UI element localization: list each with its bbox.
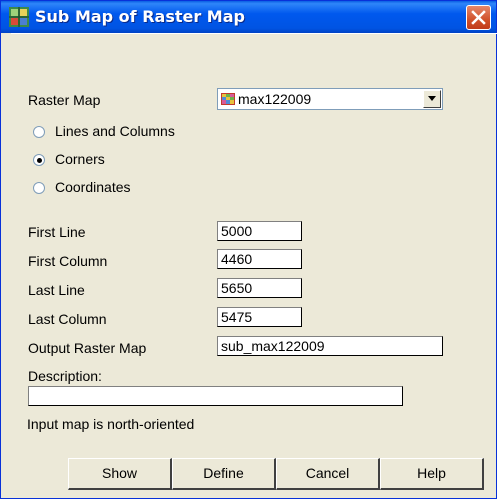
radio-corners-label: Corners: [55, 151, 105, 167]
first-column-input[interactable]: 4460: [217, 249, 302, 269]
show-button[interactable]: Show: [68, 458, 172, 490]
radio-coordinates-label: Coordinates: [55, 179, 131, 195]
cancel-button[interactable]: Cancel: [276, 458, 380, 490]
radio-coordinates[interactable]: [33, 182, 45, 194]
chevron-down-icon: [428, 96, 436, 101]
raster-map-value: max122009: [238, 91, 312, 107]
close-button[interactable]: [466, 5, 491, 30]
radio-corners[interactable]: [33, 154, 45, 166]
radio-lines-columns[interactable]: [33, 126, 45, 138]
description-input[interactable]: [28, 386, 403, 406]
close-icon: [471, 10, 486, 25]
raster-map-icon: [221, 93, 235, 105]
description-label: Description:: [28, 368, 102, 384]
last-column-label: Last Column: [28, 311, 107, 327]
first-column-label: First Column: [28, 253, 108, 269]
define-button[interactable]: Define: [172, 458, 276, 490]
raster-map-label: Raster Map: [28, 92, 101, 108]
first-line-input[interactable]: 5000: [217, 221, 302, 241]
last-column-input[interactable]: 5475: [217, 307, 302, 327]
title-bar[interactable]: Sub Map of Raster Map: [1, 1, 496, 33]
status-text: Input map is north-oriented: [27, 416, 195, 432]
radio-lines-columns-label: Lines and Columns: [55, 123, 175, 139]
window-title: Sub Map of Raster Map: [35, 7, 245, 26]
help-button[interactable]: Help: [380, 458, 484, 490]
raster-map-select[interactable]: max122009: [217, 88, 443, 110]
output-map-input[interactable]: sub_max122009: [217, 336, 443, 356]
dropdown-button[interactable]: [423, 90, 441, 108]
last-line-label: Last Line: [28, 282, 85, 298]
output-map-label: Output Raster Map: [28, 340, 147, 356]
dialog-window: Sub Map of Raster Map Raster Map max1220…: [0, 0, 497, 499]
first-line-label: First Line: [28, 224, 86, 240]
raster-app-icon: [9, 7, 29, 27]
last-line-input[interactable]: 5650: [217, 278, 302, 298]
